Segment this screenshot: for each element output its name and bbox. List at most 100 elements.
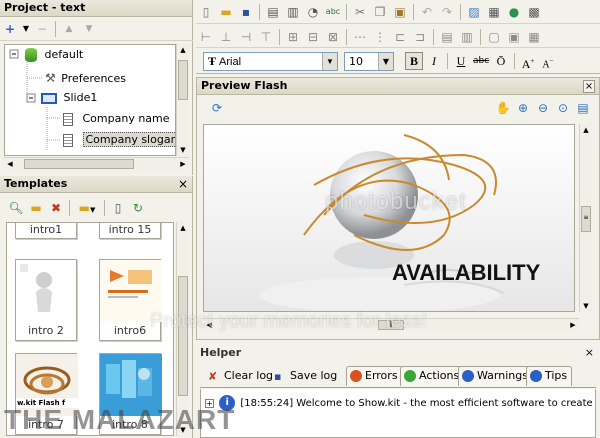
send-back-icon[interactable]: ▥ (458, 28, 476, 46)
print-icon[interactable]: ▥ (284, 3, 302, 21)
shrink-font-button[interactable]: A− (539, 52, 557, 70)
redo-icon[interactable]: ↷ (438, 3, 456, 21)
flash-canvas[interactable]: AVAILABILITY (203, 124, 575, 312)
tree-item-company-slogan[interactable]: Company slogan (63, 131, 175, 149)
slide-icon (41, 92, 57, 104)
italic-button[interactable]: I (425, 52, 443, 70)
find-icon[interactable]: ◔ (304, 3, 322, 21)
font-select[interactable]: Ŧ Arial ▼ (203, 52, 338, 71)
helper-toolbar: ✘ Clear log ▪ Save log Errors Actions Wa… (200, 364, 596, 388)
save-icon[interactable]: ▪ (237, 3, 255, 21)
cut-icon[interactable]: ✂ (351, 3, 369, 21)
refresh-preview-icon[interactable]: ⟳ (208, 99, 226, 117)
bring-front-icon[interactable]: ▤ (438, 28, 456, 46)
center-v-icon[interactable]: ⊐ (411, 28, 429, 46)
paste-icon[interactable]: ▣ (391, 3, 409, 21)
dropdown-arrow-icon[interactable]: ▼ (21, 20, 31, 38)
helper-close-icon[interactable]: × (585, 346, 594, 359)
preview-vscrollbar[interactable]: ▲ ≡ ▼ (579, 124, 592, 312)
zoom-out-icon[interactable]: ⊖ (534, 99, 552, 117)
database-icon (25, 48, 37, 62)
same-height-icon[interactable]: ⊟ (304, 28, 322, 46)
preview-close-icon[interactable]: × (583, 80, 595, 93)
tab-errors[interactable]: Errors (346, 366, 403, 386)
grow-font-button[interactable]: A+ (519, 52, 537, 71)
layer-up-icon[interactable]: ▢ (485, 28, 503, 46)
space-v-icon[interactable]: ⋮ (371, 28, 389, 46)
template-thumbnail-image (20, 264, 52, 312)
format-toolbar: Ŧ Arial ▼ 10 ▼ B I Uabc Ō A+ A− (196, 49, 600, 74)
export-icon[interactable]: ▩ (525, 3, 543, 21)
move-up-icon[interactable]: ▲ (60, 20, 78, 38)
center-h-icon[interactable]: ⊏ (391, 28, 409, 46)
project-panel: Project - text + ▼ − ▲ ▼ default ⚒ Preferenc… (0, 0, 193, 175)
clear-log-button[interactable]: ✘ Clear log (206, 367, 273, 387)
tree-item-company-name[interactable]: Company name (63, 110, 170, 128)
page-icon[interactable]: ▯ (109, 199, 127, 217)
search-template-icon[interactable]: 🔍︎ (7, 199, 25, 217)
undo-icon[interactable]: ↶ (418, 3, 436, 21)
overline-button[interactable]: Ō (492, 52, 510, 70)
save-log-icon: ▪ (274, 370, 282, 383)
align-right-icon[interactable]: ⊣ (237, 28, 255, 46)
folder-menu-icon[interactable]: ▬▼ (74, 199, 100, 217)
new-icon[interactable]: ▯ (197, 3, 215, 21)
project-toolbar: + ▼ − ▲ ▼ (0, 19, 193, 41)
template-intro2[interactable]: intro 2 (15, 259, 77, 341)
hand-icon[interactable]: ✋ (494, 99, 512, 117)
tree-slide[interactable]: Slide1 (41, 89, 97, 107)
zoom-in-icon[interactable]: ⊕ (514, 99, 532, 117)
same-size-icon[interactable]: ⊠ (324, 28, 342, 46)
copy-icon[interactable]: ❐ (371, 3, 389, 21)
warning-icon (462, 370, 474, 382)
error-icon (350, 370, 362, 382)
tree-root[interactable]: default (25, 46, 83, 64)
log-area: + i [18:55:24] Welcome to Show.kit - the… (200, 389, 596, 438)
tab-warnings[interactable]: Warnings (458, 366, 533, 386)
layout-toolbar: ⊢ ⊥ ⊣ ⊤ ⊞ ⊟ ⊠ ⋯ ⋮ ⊏ ⊐ ▤ ▥ ▢ ▣ ▦ (196, 25, 600, 48)
align-center-icon[interactable]: ⊥ (217, 28, 235, 46)
open-icon[interactable]: ▬ (217, 3, 235, 21)
underline-button[interactable]: U (452, 52, 470, 70)
same-width-icon[interactable]: ⊞ (284, 28, 302, 46)
chevron-down-icon[interactable]: ▼ (378, 53, 393, 70)
space-h-icon[interactable]: ⋯ (351, 28, 369, 46)
project-panel-title: Project - text (0, 0, 192, 17)
folder-icon[interactable]: ▬ (27, 199, 45, 217)
helper-panel-title: Helper (200, 346, 242, 359)
layer-down-icon[interactable]: ▣ (505, 28, 523, 46)
info-icon[interactable]: ▤ (574, 99, 592, 117)
align-top-icon[interactable]: ⊤ (257, 28, 275, 46)
zoom-fit-icon[interactable]: ⊙ (554, 99, 572, 117)
print-preview-icon[interactable]: ▤ (264, 3, 282, 21)
preview-panel-title: Preview Flash × (197, 78, 599, 95)
group-icon[interactable]: ▦ (525, 28, 543, 46)
move-down-icon[interactable]: ▼ (80, 20, 98, 38)
add-icon[interactable]: + (1, 20, 19, 38)
templates-close-icon[interactable]: × (178, 176, 188, 192)
font-size-select[interactable]: 10 ▼ (344, 52, 394, 71)
remove-icon[interactable]: − (33, 20, 51, 38)
spellcheck-icon[interactable]: abc (324, 3, 342, 21)
refresh-icon[interactable]: ↻ (129, 199, 147, 217)
image-icon[interactable]: ▨ (465, 3, 483, 21)
template-intro15[interactable]: intro 15 (99, 223, 161, 239)
web-icon[interactable]: ● (505, 3, 523, 21)
template-intro1[interactable]: intro1 (15, 223, 77, 239)
clear-icon: ✘ (208, 370, 218, 383)
save-log-button[interactable]: ▪ Save log (272, 367, 337, 387)
chevron-down-icon[interactable]: ▼ (322, 53, 337, 70)
tab-tips[interactable]: Tips (526, 366, 573, 386)
tree-scrollbar[interactable]: ▲ ▼ (176, 44, 189, 156)
bold-button[interactable]: B (405, 52, 423, 70)
log-entry[interactable]: + i [18:55:24] Welcome to Show.kit - the… (205, 395, 593, 413)
tab-actions[interactable]: Actions (400, 366, 465, 386)
delete-folder-icon[interactable]: ✖ (47, 199, 65, 217)
main-toolbar: ▯ ▬ ▪ ▤ ▥ ◔ abc ✂ ❐ ▣ ↶ ↷ ▨ ▦ ● ▩ (196, 0, 600, 24)
strikethrough-button[interactable]: abc (472, 52, 490, 70)
tree-preferences[interactable]: ⚒ Preferences (45, 69, 126, 87)
align-left-icon[interactable]: ⊢ (197, 28, 215, 46)
preview-toolbar: ⟳ ✋ ⊕ ⊖ ⊙ ▤ (197, 96, 599, 120)
grid-icon[interactable]: ▦ (485, 3, 503, 21)
tree-hscrollbar[interactable]: ◀ ▶ (4, 157, 189, 170)
